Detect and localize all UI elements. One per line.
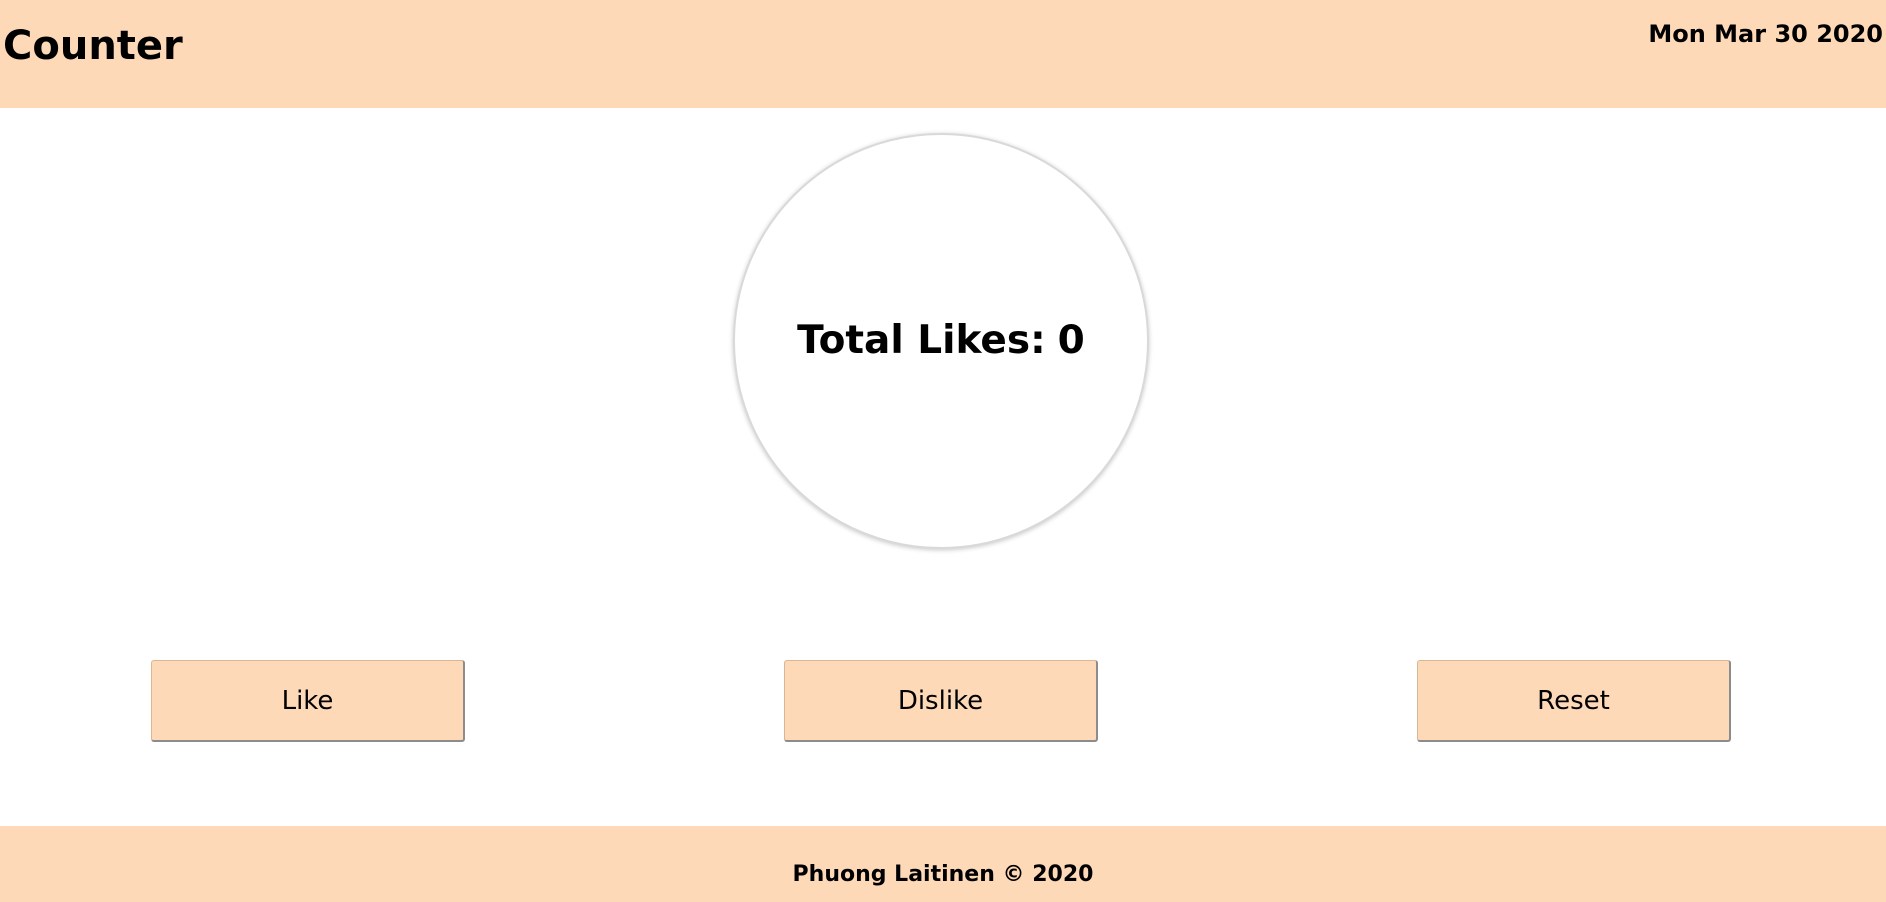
dislike-button[interactable]: Dislike bbox=[784, 660, 1098, 742]
counter-circle: Total Likes: 0 bbox=[733, 133, 1149, 549]
app-header: Counter Mon Mar 30 2020 bbox=[0, 0, 1886, 108]
app-footer: Phuong Laitinen © 2020 bbox=[0, 826, 1886, 902]
reset-button[interactable]: Reset bbox=[1417, 660, 1731, 742]
total-likes-label: Total Likes: bbox=[797, 317, 1046, 363]
current-date: Mon Mar 30 2020 bbox=[1648, 20, 1883, 48]
like-button[interactable]: Like bbox=[151, 660, 465, 742]
footer-copyright: Phuong Laitinen © 2020 bbox=[792, 861, 1094, 887]
app-title: Counter bbox=[3, 23, 183, 69]
page: Counter Mon Mar 30 2020 Total Likes: 0 L… bbox=[0, 0, 1886, 902]
total-likes-display: Total Likes: 0 bbox=[797, 318, 1085, 365]
total-likes-value: 0 bbox=[1057, 317, 1085, 363]
